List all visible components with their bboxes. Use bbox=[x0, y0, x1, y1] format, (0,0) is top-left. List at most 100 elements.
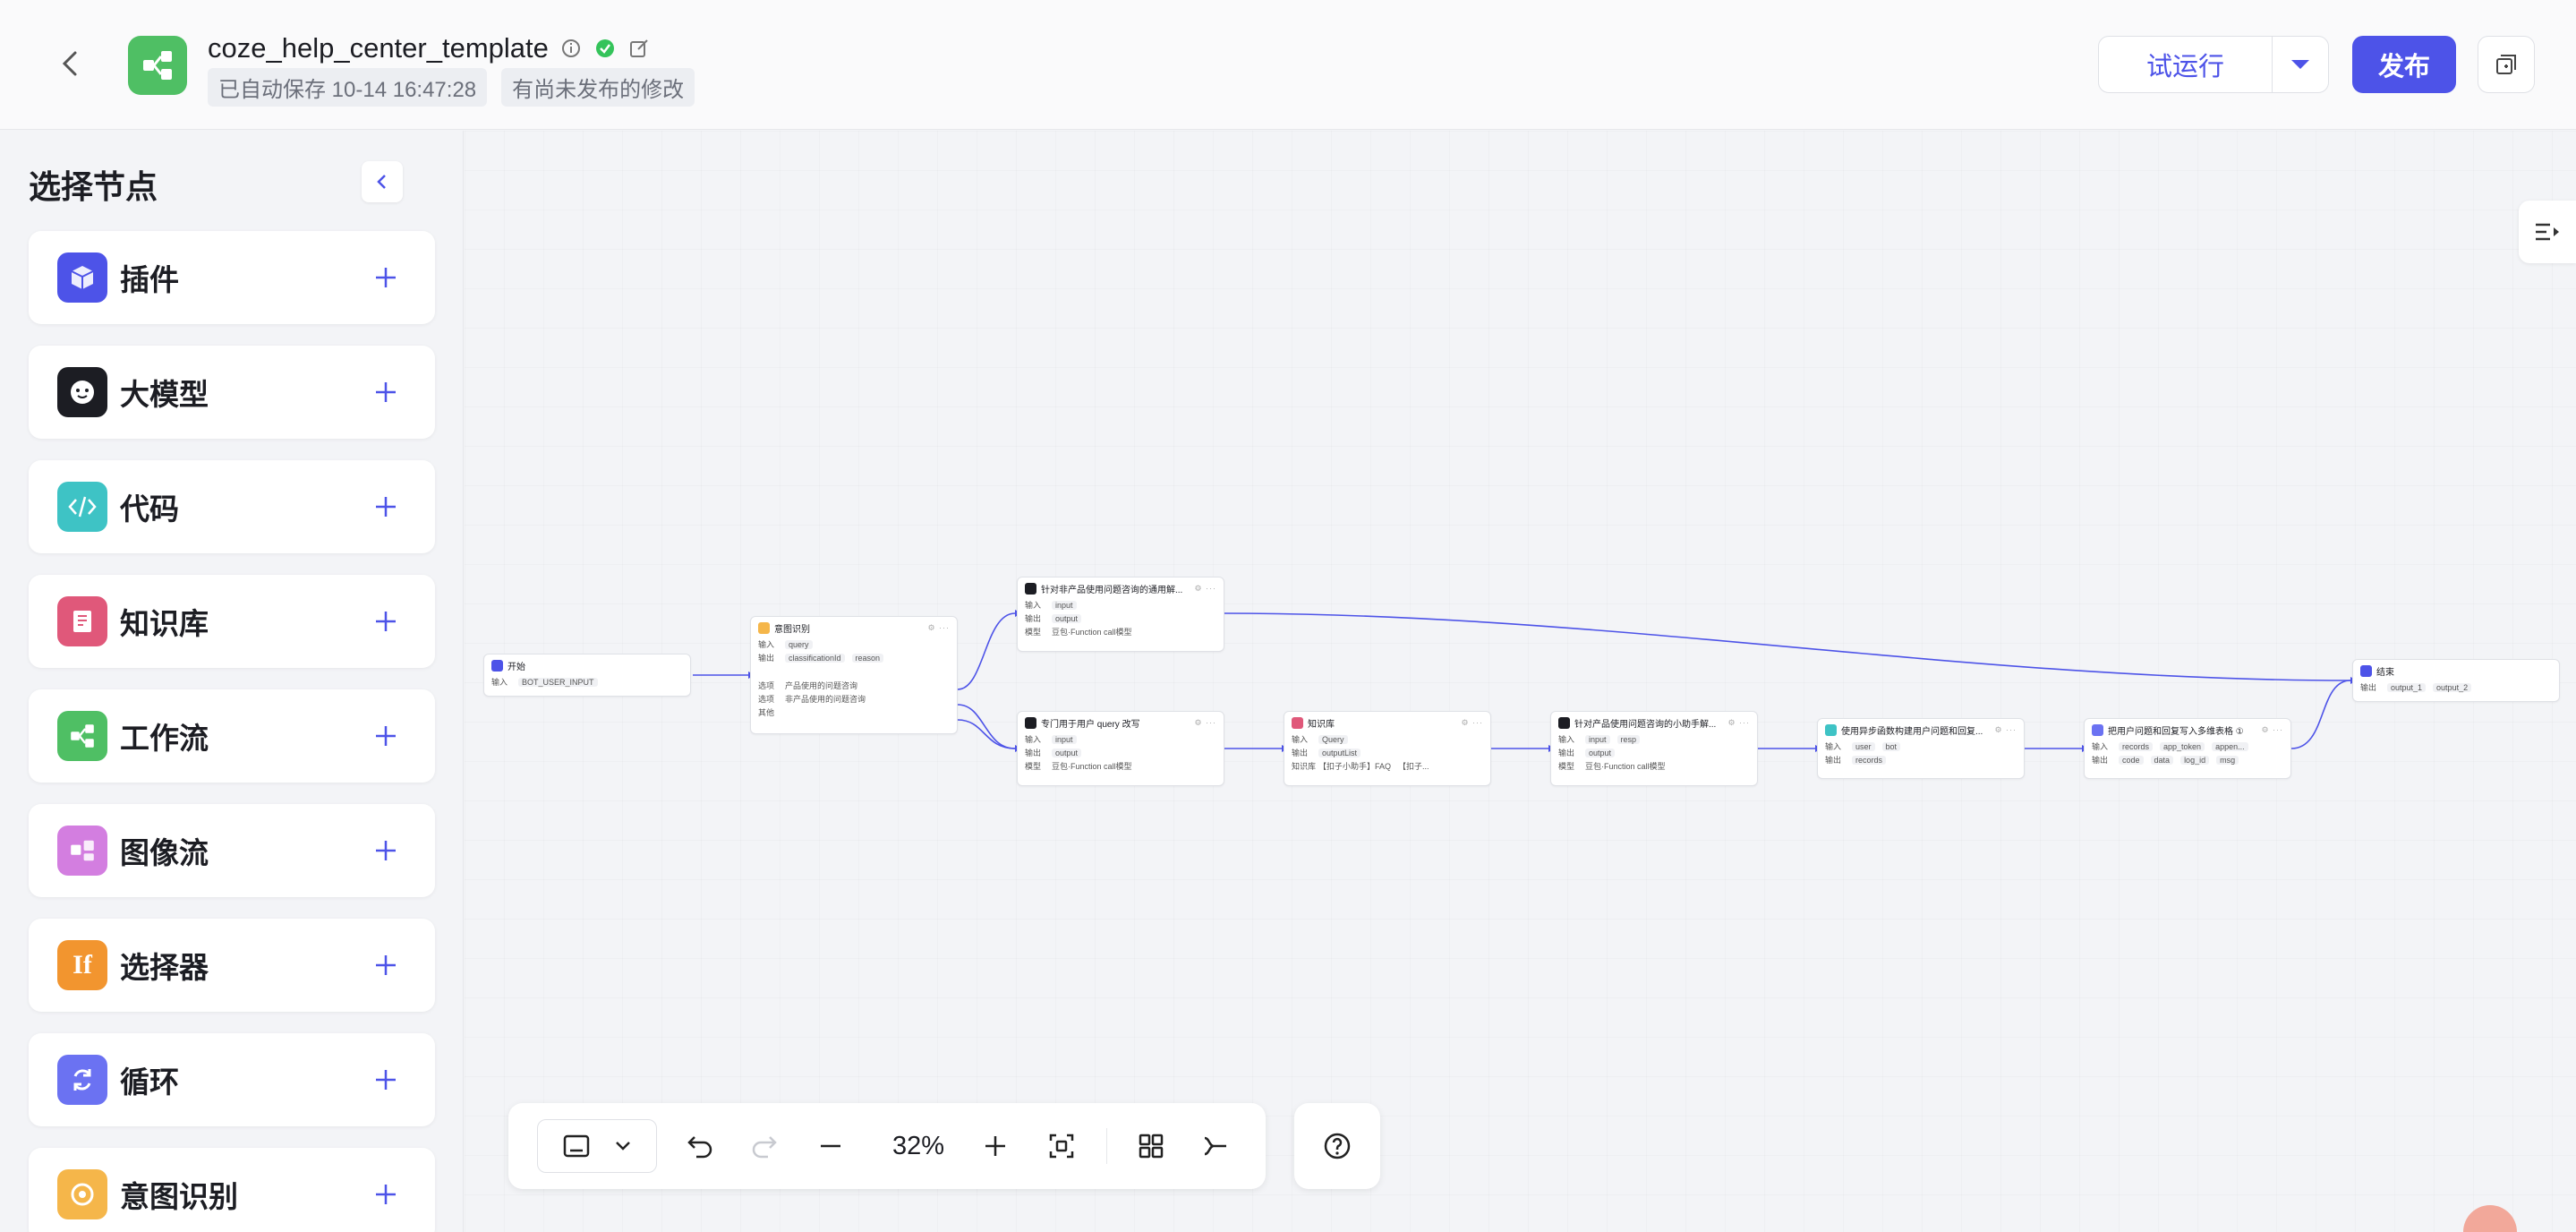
canvas-toolbar: 32% bbox=[508, 1103, 1266, 1189]
node-plugin[interactable]: 把用户问题和回复写入多维表格 ① ⚙ ··· 输入 records app_token… bbox=[2084, 718, 2291, 779]
duplicate-button[interactable] bbox=[2478, 36, 2535, 93]
test-run-button[interactable]: 试运行 bbox=[2099, 37, 2273, 92]
row-value: outputList bbox=[1318, 748, 1361, 757]
node-card-llm[interactable]: 大模型 bbox=[29, 346, 435, 439]
auto-layout-button[interactable] bbox=[1130, 1125, 1173, 1168]
node-card-workflow[interactable]: 工作流 bbox=[29, 689, 435, 783]
edit-icon[interactable] bbox=[627, 37, 651, 60]
node-card-plugin[interactable]: 插件 bbox=[29, 231, 435, 324]
code-icon bbox=[57, 482, 107, 532]
more-icon[interactable]: ⚙ ··· bbox=[1461, 718, 1483, 728]
plus-icon[interactable] bbox=[371, 721, 401, 751]
publish-button[interactable]: 发布 bbox=[2352, 36, 2456, 93]
interaction-mode-select[interactable] bbox=[537, 1119, 657, 1173]
trackpad-icon bbox=[563, 1134, 590, 1158]
row-value: classificationId bbox=[785, 653, 845, 663]
collapse-sidebar-button[interactable] bbox=[362, 161, 403, 202]
more-icon[interactable]: ⚙ ··· bbox=[927, 623, 950, 633]
fit-view-icon bbox=[1049, 1134, 1074, 1159]
more-icon[interactable]: ⚙ ··· bbox=[1994, 725, 2017, 735]
chevron-down-icon bbox=[616, 1142, 630, 1151]
row-value: user bbox=[1852, 741, 1875, 751]
help-button[interactable] bbox=[1294, 1103, 1380, 1189]
node-title: 针对非产品使用问题咨询的通用解... bbox=[1041, 586, 1183, 595]
node-llm-product[interactable]: 针对产品使用问题咨询的小助手解... ⚙ ··· 输入 input resp 输出 ou… bbox=[1550, 711, 1758, 786]
row-value: resp bbox=[1616, 734, 1641, 744]
node-title: 把用户问题和回复写入多维表格 ① bbox=[2108, 727, 2244, 737]
back-button[interactable] bbox=[50, 43, 91, 84]
test-run-dropdown[interactable] bbox=[2273, 37, 2328, 92]
row-value: output bbox=[1052, 748, 1082, 757]
redo-button[interactable] bbox=[743, 1125, 786, 1168]
node-card-label: 选择器 bbox=[120, 951, 209, 984]
run-panel-toggle[interactable] bbox=[2519, 201, 2576, 263]
row-value: 豆包·Function call模型 bbox=[1052, 628, 1132, 637]
zoom-level[interactable]: 32% bbox=[874, 1125, 963, 1168]
knowledge-icon bbox=[1292, 717, 1303, 729]
node-llm-rewrite[interactable]: 专门用于用户 query 改写 ⚙ ··· 输入 input 输出 output 模型… bbox=[1017, 711, 1224, 786]
line-style-button[interactable] bbox=[1194, 1125, 1237, 1168]
row-key: 输入 bbox=[1558, 735, 1575, 744]
autosave-status: 已自动保存 10-14 16:47:28 bbox=[208, 68, 488, 107]
row-value: reason bbox=[851, 653, 884, 663]
plus-icon[interactable] bbox=[371, 262, 401, 293]
node-card-label: 循环 bbox=[120, 1065, 179, 1099]
node-code[interactable]: 使用异步函数构建用户问题和回复... ⚙ ··· 输入 user bot 输出 reco… bbox=[1817, 718, 2025, 779]
plugin-icon bbox=[57, 252, 107, 303]
row-key: 输出 bbox=[1825, 756, 1842, 765]
zoom-out-button[interactable] bbox=[809, 1125, 852, 1168]
fit-view-button[interactable] bbox=[1040, 1125, 1083, 1168]
row-value: 非产品使用的问题咨询 bbox=[785, 695, 866, 704]
node-title: 针对产品使用问题咨询的小助手解... bbox=[1574, 720, 1717, 730]
node-llm-general[interactable]: 针对非产品使用问题咨询的通用解... ⚙ ··· 输入 input 输出 output… bbox=[1017, 577, 1224, 652]
node-card-imageflow[interactable]: 图像流 bbox=[29, 804, 435, 897]
row-value: code bbox=[2119, 755, 2144, 765]
row-value: 【扣子小助手】FAQ bbox=[1318, 762, 1392, 771]
row-key: 模型 bbox=[1025, 628, 1042, 637]
plus-icon[interactable] bbox=[371, 1065, 401, 1095]
row-value: output_2 bbox=[2433, 682, 2472, 692]
more-icon[interactable]: ⚙ ··· bbox=[2261, 725, 2283, 735]
zoom-in-button[interactable] bbox=[974, 1125, 1017, 1168]
unpublished-status: 有尚未发布的修改 bbox=[501, 68, 695, 107]
plus-icon[interactable] bbox=[371, 835, 401, 866]
code-icon bbox=[1825, 724, 1837, 736]
info-icon[interactable] bbox=[559, 37, 583, 60]
workflow-title-row: coze_help_center_template bbox=[208, 32, 651, 64]
node-card-label: 工作流 bbox=[120, 722, 209, 755]
start-icon bbox=[491, 660, 503, 672]
plugin-icon bbox=[2092, 724, 2103, 736]
node-intent[interactable]: 意图识别 ⚙ ··· 输入 query 输出 classificationId reas… bbox=[750, 616, 958, 734]
workflow-title: coze_help_center_template bbox=[208, 32, 549, 64]
node-knowledge[interactable]: 知识库 ⚙ ··· 输入 Query 输出 outputList 知识库 【扣子小助手】… bbox=[1284, 711, 1491, 786]
node-start[interactable]: 开始 输入 BOT_USER_INPUT bbox=[483, 654, 691, 697]
list-play-icon bbox=[2536, 223, 2559, 241]
node-card-knowledge[interactable]: 知识库 bbox=[29, 575, 435, 668]
node-card-label: 插件 bbox=[120, 263, 179, 296]
branch-line-icon bbox=[1204, 1136, 1226, 1156]
plus-icon[interactable] bbox=[371, 377, 401, 407]
plus-icon[interactable] bbox=[371, 606, 401, 637]
node-card-code[interactable]: 代码 bbox=[29, 460, 435, 553]
more-icon[interactable]: ⚙ ··· bbox=[1194, 718, 1216, 728]
plus-icon[interactable] bbox=[371, 950, 401, 980]
duplicate-icon bbox=[2496, 55, 2516, 74]
row-key: 输出 bbox=[1025, 614, 1042, 623]
more-icon[interactable]: ⚙ ··· bbox=[1727, 718, 1750, 728]
node-card-condition[interactable]: If 选择器 bbox=[29, 919, 435, 1012]
plus-icon[interactable] bbox=[371, 492, 401, 522]
node-end[interactable]: 结束 输出 output_1 output_2 bbox=[2352, 659, 2560, 702]
node-title: 使用异步函数构建用户问题和回复... bbox=[1841, 727, 1983, 737]
row-key: 输入 bbox=[2092, 742, 2109, 751]
llm-icon bbox=[1558, 717, 1570, 729]
row-value: output bbox=[1052, 613, 1082, 623]
llm-icon bbox=[1025, 717, 1036, 729]
intent-icon bbox=[758, 622, 770, 634]
row-value: query bbox=[785, 639, 813, 649]
undo-button[interactable] bbox=[678, 1125, 721, 1168]
node-card-intent[interactable]: 意图识别 bbox=[29, 1148, 435, 1232]
more-icon[interactable]: ⚙ ··· bbox=[1194, 584, 1216, 594]
plus-icon[interactable] bbox=[371, 1179, 401, 1210]
node-card-loop[interactable]: 循环 bbox=[29, 1033, 435, 1126]
row-key: 输出 bbox=[1558, 749, 1575, 757]
